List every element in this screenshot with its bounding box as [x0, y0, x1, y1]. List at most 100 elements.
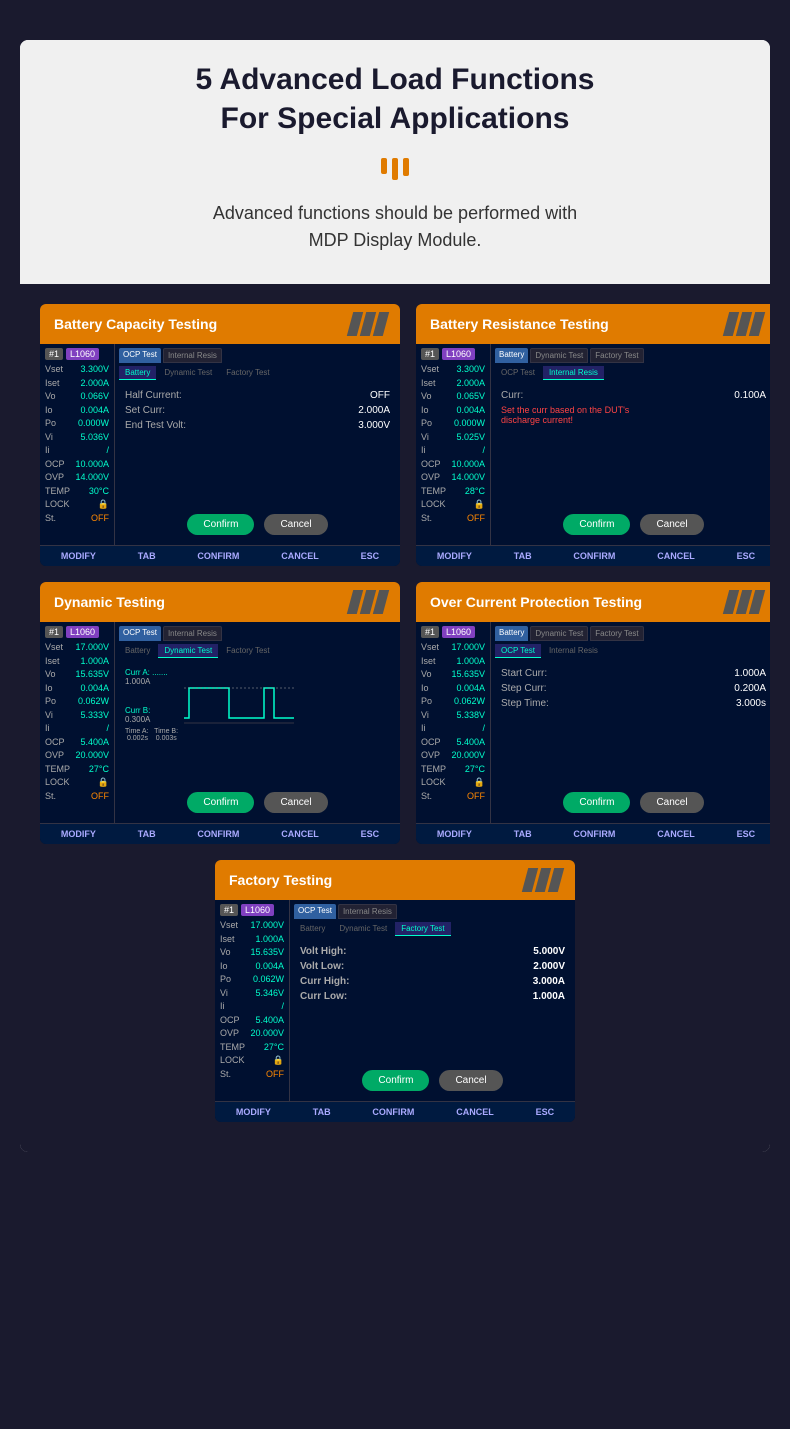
param-vi: Vi5.036V — [45, 431, 109, 445]
btn3-cancel[interactable]: CANCEL — [275, 827, 325, 841]
param-st: St.OFF — [45, 512, 109, 526]
cancel-button-5[interactable]: Cancel — [439, 1070, 502, 1091]
bottom-bar-3: MODIFY TAB CONFIRM CANCEL ESC — [40, 823, 400, 844]
btn3-confirm[interactable]: CONFIRM — [191, 827, 245, 841]
device-screen-3: #1 L1060 Vset17.000V Iset1.000A Vo15.635… — [40, 622, 400, 823]
p2-vo: Vo0.065V — [421, 390, 485, 404]
content-area-5: Volt High: 5.000V Volt Low: 2.000V Curr … — [294, 942, 571, 1062]
header-stripes-4 — [726, 590, 762, 614]
device-model-5: L1060 — [241, 904, 274, 916]
btn-esc[interactable]: ESC — [355, 549, 386, 563]
tab-ocp[interactable]: OCP Test — [119, 348, 161, 363]
tab2-dynamic[interactable]: Dynamic Test — [530, 348, 588, 363]
header-stripes-3 — [350, 590, 386, 614]
btn2-esc[interactable]: ESC — [731, 549, 762, 563]
btn5-cancel[interactable]: CANCEL — [450, 1105, 500, 1119]
tab3-ocp[interactable]: OCP Test — [119, 626, 161, 641]
field-curr: Curr: 0.100A — [501, 390, 766, 401]
tab2-factory[interactable]: Factory Test — [590, 348, 643, 363]
btn-modify[interactable]: MODIFY — [55, 549, 102, 563]
device-model: L1060 — [66, 348, 99, 360]
btn4-modify[interactable]: MODIFY — [431, 827, 478, 841]
right-panel-3: OCP Test Internal Resis Battery Dynamic … — [115, 622, 400, 823]
confirm-button-4[interactable]: Confirm — [563, 792, 630, 813]
tabs-row-4: Battery Dynamic Test Factory Test — [495, 626, 770, 641]
header-stripes — [350, 312, 386, 336]
p2-io: Io0.004A — [421, 404, 485, 418]
param-vo: Vo0.066V — [45, 390, 109, 404]
tab3-internal[interactable]: Internal Resis — [163, 626, 222, 641]
confirm-button-5[interactable]: Confirm — [362, 1070, 429, 1091]
tab-internal[interactable]: Internal Resis — [163, 348, 222, 363]
subtitle: Advanced functions should be performed w… — [60, 200, 730, 254]
cancel-button-4[interactable]: Cancel — [640, 792, 703, 813]
subtab5-battery[interactable]: Battery — [294, 922, 331, 936]
tab4-battery[interactable]: Battery — [495, 626, 528, 641]
field-end-volt: End Test Volt: 3.000V — [125, 420, 390, 431]
field-step-curr: Step Curr: 0.200A — [501, 683, 766, 694]
subtab4-ocp[interactable]: OCP Test — [495, 644, 541, 658]
tab2-battery[interactable]: Battery — [495, 348, 528, 363]
btn-cancel-bar[interactable]: CANCEL — [275, 549, 325, 563]
button-row-3: Confirm Cancel — [119, 792, 396, 819]
dynamic-testing-title: Dynamic Testing — [54, 594, 165, 610]
btn5-esc[interactable]: ESC — [530, 1105, 561, 1119]
confirm-button-2[interactable]: Confirm — [563, 514, 630, 535]
btn3-tab[interactable]: TAB — [132, 827, 162, 841]
btn4-cancel[interactable]: CANCEL — [651, 827, 701, 841]
cancel-button[interactable]: Cancel — [264, 514, 327, 535]
btn4-confirm[interactable]: CONFIRM — [567, 827, 621, 841]
p5-vset: Vset17.000V — [220, 919, 284, 933]
p3-ovp: OVP20.000V — [45, 749, 109, 763]
btn5-tab[interactable]: TAB — [307, 1105, 337, 1119]
field-start-curr: Start Curr: 1.000A — [501, 668, 766, 679]
cancel-button-3[interactable]: Cancel — [264, 792, 327, 813]
subtab4-internal[interactable]: Internal Resis — [543, 644, 604, 658]
tab4-factory[interactable]: Factory Test — [590, 626, 643, 641]
field-curr-high: Curr High: 3.000A — [300, 976, 565, 987]
row-1: Battery Capacity Testing #1 L1060 — [40, 304, 750, 566]
cancel-button-2[interactable]: Cancel — [640, 514, 703, 535]
btn3-modify[interactable]: MODIFY — [55, 827, 102, 841]
subtab2-ocp[interactable]: OCP Test — [495, 366, 541, 380]
warning-text: Set the curr based on the DUT'sdischarge… — [501, 405, 766, 425]
btn2-confirm[interactable]: CONFIRM — [567, 549, 621, 563]
btn-tab[interactable]: TAB — [132, 549, 162, 563]
btn2-tab[interactable]: TAB — [508, 549, 538, 563]
ocp-testing-card: Over Current Protection Testing #1 L1060 — [416, 582, 770, 844]
button-row-5: Confirm Cancel — [294, 1070, 571, 1097]
subtab-factory[interactable]: Factory Test — [220, 366, 275, 380]
tab5-internal[interactable]: Internal Resis — [338, 904, 397, 919]
p5-iset: Iset1.000A — [220, 933, 284, 947]
subtab2-internal[interactable]: Internal Resis — [543, 366, 604, 380]
dynamic-testing-screen: #1 L1060 Vset17.000V Iset1.000A Vo15.635… — [40, 622, 400, 844]
btn2-modify[interactable]: MODIFY — [431, 549, 478, 563]
p3-lock: LOCK🔒 — [45, 776, 109, 790]
btn4-esc[interactable]: ESC — [731, 827, 762, 841]
btn5-modify[interactable]: MODIFY — [230, 1105, 277, 1119]
subtab3-dynamic[interactable]: Dynamic Test — [158, 644, 218, 658]
btn-confirm-bar[interactable]: CONFIRM — [191, 549, 245, 563]
subtab3-factory[interactable]: Factory Test — [220, 644, 275, 658]
waveform-labels: Curr A: .......1.000A Curr B:0.300A Time… — [125, 668, 178, 742]
p2-st: St.OFF — [421, 512, 485, 526]
tab4-dynamic[interactable]: Dynamic Test — [530, 626, 588, 641]
subtab3-battery[interactable]: Battery — [119, 644, 156, 658]
btn4-tab[interactable]: TAB — [508, 827, 538, 841]
button-row-4: Confirm Cancel — [495, 792, 770, 819]
confirm-button[interactable]: Confirm — [187, 514, 254, 535]
tab5-ocp[interactable]: OCP Test — [294, 904, 336, 919]
btn3-esc[interactable]: ESC — [355, 827, 386, 841]
confirm-button-3[interactable]: Confirm — [187, 792, 254, 813]
p4-temp: TEMP27°C — [421, 763, 485, 777]
p3-po: Po0.062W — [45, 695, 109, 709]
btn5-confirm[interactable]: CONFIRM — [366, 1105, 420, 1119]
btn2-cancel[interactable]: CANCEL — [651, 549, 701, 563]
subtab-battery[interactable]: Battery — [119, 366, 156, 380]
subtab-dynamic[interactable]: Dynamic Test — [158, 366, 218, 380]
right-panel-5: OCP Test Internal Resis Battery Dynamic … — [290, 900, 575, 1101]
p3-temp: TEMP27°C — [45, 763, 109, 777]
subtab5-factory[interactable]: Factory Test — [395, 922, 450, 936]
p2-iset: Iset2.000A — [421, 377, 485, 391]
subtab5-dynamic[interactable]: Dynamic Test — [333, 922, 393, 936]
